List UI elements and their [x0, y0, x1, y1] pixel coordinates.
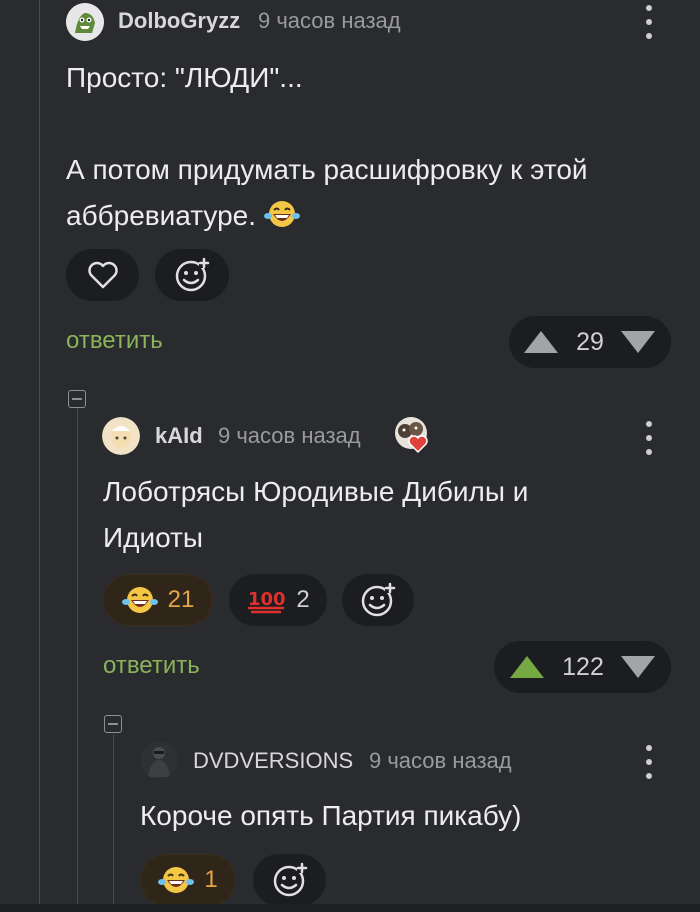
vote-control: 29	[509, 316, 671, 368]
like-button[interactable]	[66, 249, 139, 301]
comment-text: Лоботрясы Юродивые Дибилы и Идиоты	[103, 476, 529, 553]
laughing-emoji-icon	[121, 587, 158, 613]
comment-text: Просто: "ЛЮДИ"... А потом придумать расш…	[66, 55, 666, 239]
downvote-arrow-icon[interactable]	[621, 656, 655, 678]
bottom-bar	[0, 904, 700, 912]
heart-icon	[87, 261, 118, 289]
reply-link[interactable]: ответить	[66, 327, 163, 355]
timestamp: 9 часов назад	[218, 423, 361, 448]
avatar[interactable]	[66, 3, 104, 41]
username[interactable]: kAId	[155, 423, 203, 449]
collapse-thread-icon[interactable]	[68, 390, 86, 408]
username[interactable]: DVDVERSIONS	[193, 748, 353, 774]
hundred-points-emoji-icon: 100	[248, 589, 286, 614]
reaction-count: 21	[167, 586, 195, 613]
add-reaction-icon	[175, 257, 210, 292]
reaction-count: 1	[204, 866, 218, 893]
downvote-arrow-icon[interactable]	[621, 331, 655, 353]
avatar[interactable]	[140, 741, 178, 779]
reaction-laughing[interactable]: 1	[140, 854, 236, 906]
vote-control: 122	[494, 641, 671, 693]
username[interactable]: DolboGryzz	[118, 8, 240, 34]
upvote-arrow-icon[interactable]	[510, 656, 544, 678]
reply-link[interactable]: ответить	[103, 652, 200, 680]
timestamp: 9 часов назад	[258, 8, 401, 33]
thread-line-level1	[77, 408, 78, 912]
add-reaction-icon	[273, 862, 307, 897]
add-reaction-button[interactable]	[342, 574, 414, 626]
reaction-laughing[interactable]: 21	[103, 574, 213, 626]
timestamp: 9 часов назад	[369, 748, 512, 773]
reaction-hundred[interactable]: 100 2	[229, 574, 327, 626]
thread-line-level2	[113, 734, 114, 912]
more-options-icon[interactable]	[645, 5, 653, 39]
collapse-thread-icon[interactable]	[104, 715, 122, 733]
comment-text: Короче опять Партия пикабу)	[140, 800, 522, 831]
add-reaction-icon	[361, 582, 396, 617]
rating-score: 122	[562, 653, 604, 681]
avatar[interactable]	[102, 417, 140, 455]
add-reaction-button[interactable]	[253, 854, 326, 906]
award-badge-icon	[394, 416, 432, 454]
more-options-icon[interactable]	[645, 745, 653, 779]
laughing-emoji-icon	[158, 867, 195, 893]
upvote-arrow-icon[interactable]	[524, 331, 558, 353]
add-reaction-button[interactable]	[155, 249, 229, 301]
thread-line-root	[39, 0, 40, 912]
laughing-emoji-icon	[263, 193, 300, 239]
reaction-count: 2	[296, 586, 310, 613]
more-options-icon[interactable]	[645, 421, 653, 455]
rating-score: 29	[576, 328, 604, 356]
